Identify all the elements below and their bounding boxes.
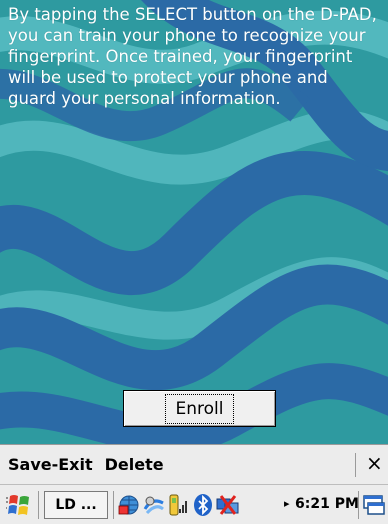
phone-signal-icon[interactable] (167, 493, 189, 517)
screen: By tapping the SELECT button on the D-PA… (0, 0, 388, 524)
menu-separator (355, 453, 356, 477)
network-globe-icon[interactable] (117, 493, 141, 517)
sync-icon[interactable] (142, 493, 166, 517)
taskbar-separator (358, 491, 359, 519)
task-button[interactable]: LD ... (44, 491, 108, 519)
menu-bar: Save-Exit Delete × (0, 444, 388, 484)
enroll-button-label: Enroll (164, 393, 235, 424)
close-icon[interactable]: × (366, 451, 383, 475)
clock[interactable]: 6:21 PM (295, 496, 359, 512)
taskbar-separator (38, 491, 39, 519)
delete-menu-item[interactable]: Delete (105, 455, 164, 474)
save-exit-menu-item[interactable]: Save-Exit (8, 455, 93, 474)
main-content: By tapping the SELECT button on the D-PA… (0, 0, 388, 444)
instructions-text: By tapping the SELECT button on the D-PA… (8, 5, 377, 108)
task-button-label: LD ... (55, 497, 97, 513)
taskbar-separator (113, 491, 114, 519)
enroll-button[interactable]: Enroll (123, 390, 276, 427)
windows-flag-icon[interactable] (6, 492, 34, 518)
bluetooth-icon[interactable] (192, 493, 214, 517)
taskbar: LD ... ▸ 6:21 PM (0, 484, 388, 524)
connection-icon[interactable] (215, 493, 241, 517)
tray-arrow-icon: ▸ (284, 497, 290, 510)
desktop-icon[interactable] (362, 493, 386, 517)
